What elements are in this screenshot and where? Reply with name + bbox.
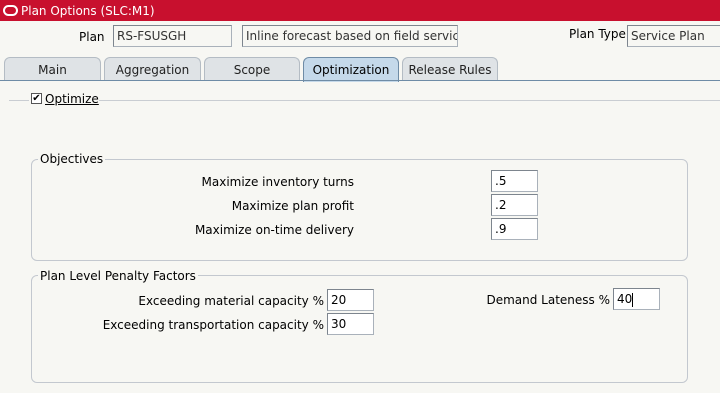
tab-bar: Main Aggregation Scope Optimization Rele… (0, 57, 720, 82)
plan-type-field[interactable]: Service Plan (627, 25, 720, 47)
optimize-rule-right (99, 100, 720, 101)
tab-main[interactable]: Main (4, 57, 101, 81)
objective-label-on-time-delivery: Maximize on-time delivery (194, 223, 354, 237)
objectives-title: Objectives (38, 152, 106, 166)
demand-lateness-field[interactable]: 40 (613, 288, 660, 310)
material-capacity-label: Exceeding material capacity % (138, 294, 324, 308)
plan-options-pane: Plan RS-FSUSGH Inline forecast based on … (0, 21, 720, 393)
plan-type-label: Plan Type (569, 27, 626, 41)
tab-release-rules[interactable]: Release Rules (402, 57, 498, 81)
demand-lateness-value: 40 (617, 292, 633, 306)
objective-label-plan-profit: Maximize plan profit (231, 199, 354, 213)
demand-lateness-label: Demand Lateness % (486, 293, 610, 307)
plan-description-field[interactable]: Inline forecast based on field service (242, 25, 458, 47)
tab-underline (0, 80, 720, 81)
objective-field-on-time-delivery[interactable]: .9 (491, 218, 538, 240)
objective-label-inventory-turns: Maximize inventory turns (201, 175, 354, 189)
plan-field[interactable]: RS-FSUSGH (113, 25, 232, 47)
text-caret (632, 292, 634, 307)
transportation-capacity-label: Exceeding transportation capacity % (102, 318, 324, 332)
objective-field-plan-profit[interactable]: .2 (491, 194, 538, 216)
transportation-capacity-field[interactable]: 30 (327, 313, 374, 335)
material-capacity-field[interactable]: 20 (327, 289, 374, 311)
plan-label: Plan (79, 30, 105, 44)
optimize-rule-left (9, 100, 29, 101)
tab-aggregation[interactable]: Aggregation (104, 57, 201, 81)
window-title: Plan Options (SLC:M1) (21, 3, 155, 18)
oracle-logo-icon (3, 5, 18, 16)
optimize-checkbox[interactable]: ✔ (31, 93, 42, 104)
tab-scope[interactable]: Scope (204, 57, 300, 81)
tab-optimization[interactable]: Optimization (303, 57, 399, 82)
optimize-label: Optimize (45, 92, 99, 106)
penalty-factors-title: Plan Level Penalty Factors (38, 269, 198, 283)
objectives-group (31, 159, 688, 261)
window-titlebar: Plan Options (SLC:M1) (0, 0, 720, 21)
objective-field-inventory-turns[interactable]: .5 (491, 170, 538, 192)
